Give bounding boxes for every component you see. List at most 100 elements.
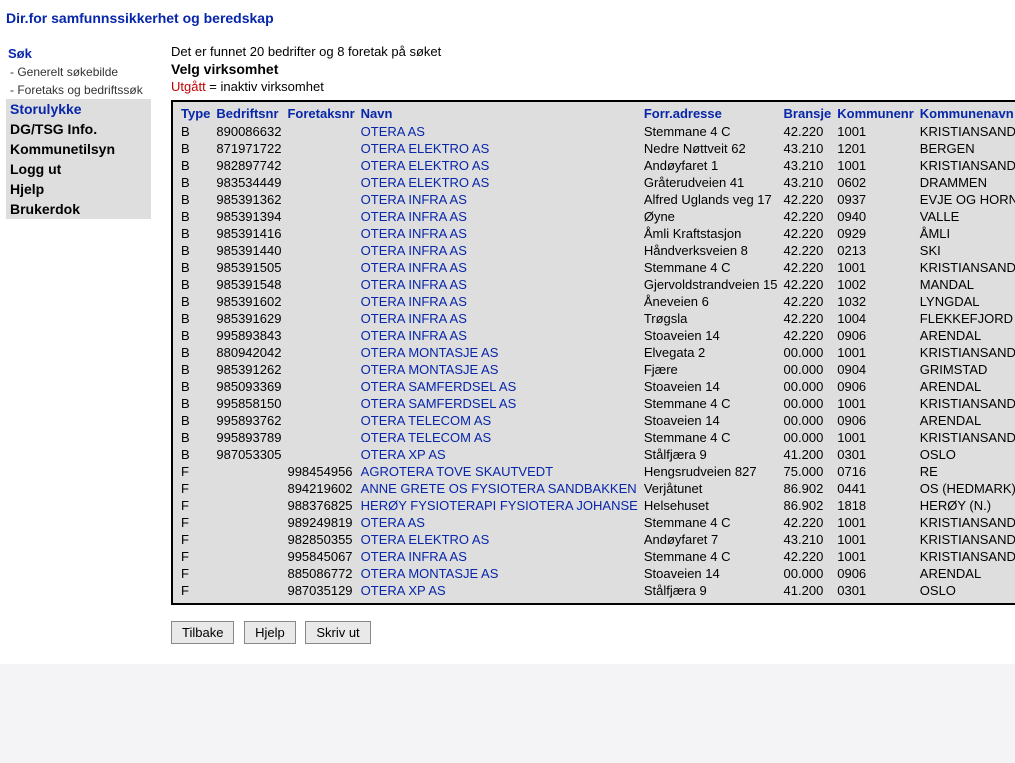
company-link[interactable]: OTERA SAMFERDSEL AS (361, 379, 517, 394)
cell-bedriftsnr: 880942042 (214, 344, 285, 361)
cell-kommunenr: 0602 (835, 174, 918, 191)
company-link[interactable]: OTERA ELEKTRO AS (361, 141, 490, 156)
cell-bransje: 00.000 (782, 395, 836, 412)
company-link[interactable]: OTERA INFRA AS (361, 311, 467, 326)
company-link[interactable]: OTERA AS (361, 515, 425, 530)
company-link[interactable]: OTERA INFRA AS (361, 260, 467, 275)
company-link[interactable]: OTERA INFRA AS (361, 192, 467, 207)
cell-foretaksnr (285, 242, 358, 259)
cell-navn: OTERA INFRA AS (359, 327, 642, 344)
company-link[interactable]: OTERA INFRA AS (361, 209, 467, 224)
col-type[interactable]: Type (179, 102, 214, 123)
cell-type: B (179, 429, 214, 446)
sidebar-item-hjelp[interactable]: Hjelp (6, 179, 151, 199)
company-link[interactable]: OTERA INFRA AS (361, 226, 467, 241)
table-row: B995893843OTERA INFRA ASStoaveien 1442.2… (179, 327, 1015, 344)
table-row: B985391440OTERA INFRA ASHåndverksveien 8… (179, 242, 1015, 259)
cell-foretaksnr (285, 276, 358, 293)
cell-kommunenr: 1818 (835, 497, 918, 514)
company-link[interactable]: OTERA INFRA AS (361, 277, 467, 292)
sidebar-item-kommunetilsyn[interactable]: Kommunetilsyn (6, 139, 151, 159)
cell-kommunenavn: LYNGDAL (918, 293, 1015, 310)
cell-foretaksnr: 987035129 (285, 582, 358, 599)
print-button[interactable]: Skriv ut (305, 621, 370, 644)
cell-bedriftsnr: 983534449 (214, 174, 285, 191)
sidebar-search-head[interactable]: Søk (6, 44, 151, 63)
cell-adresse: Stemmane 4 C (642, 395, 782, 412)
cell-kommunenavn: ARENDAL (918, 378, 1015, 395)
company-link[interactable]: OTERA ELEKTRO AS (361, 175, 490, 190)
cell-bedriftsnr: 995893762 (214, 412, 285, 429)
sidebar-item-logg-ut[interactable]: Logg ut (6, 159, 151, 179)
company-link[interactable]: OTERA INFRA AS (361, 328, 467, 343)
cell-kommunenavn: OS (HEDMARK) (918, 480, 1015, 497)
table-row: B985391394OTERA INFRA ASØyne42.2200940VA… (179, 208, 1015, 225)
cell-navn: OTERA ELEKTRO AS (359, 157, 642, 174)
cell-kommunenr: 0940 (835, 208, 918, 225)
result-count-text: Det er funnet 20 bedrifter og 8 foretak … (171, 44, 1015, 59)
col-bransje[interactable]: Bransje (782, 102, 836, 123)
table-row: F989249819OTERA ASStemmane 4 C42.2201001… (179, 514, 1015, 531)
col-forradresse[interactable]: Forr.adresse (642, 102, 782, 123)
cell-navn: OTERA INFRA AS (359, 208, 642, 225)
cell-foretaksnr (285, 259, 358, 276)
company-link[interactable]: HERØY FYSIOTERAPI FYSIOTERA JOHANSE (361, 498, 638, 513)
cell-bransje: 43.210 (782, 531, 836, 548)
cell-navn: HERØY FYSIOTERAPI FYSIOTERA JOHANSE (359, 497, 642, 514)
sidebar-sub-generelt[interactable]: - Generelt søkebilde (6, 63, 151, 81)
cell-bedriftsnr (214, 514, 285, 531)
company-link[interactable]: OTERA TELECOM AS (361, 430, 492, 445)
cell-bransje: 42.220 (782, 242, 836, 259)
sidebar-item-brukerdok[interactable]: Brukerdok (6, 199, 151, 219)
company-link[interactable]: OTERA XP AS (361, 447, 446, 462)
sidebar-sub-foretaks[interactable]: - Foretaks og bedriftssøk (6, 81, 151, 99)
company-link[interactable]: OTERA TELECOM AS (361, 413, 492, 428)
table-row: F987035129OTERA XP ASStålfjæra 941.20003… (179, 582, 1015, 599)
cell-type: B (179, 276, 214, 293)
cell-kommunenavn: KRISTIANSAND (918, 395, 1015, 412)
back-button[interactable]: Tilbake (171, 621, 234, 644)
col-bedriftsnr[interactable]: Bedriftsnr (214, 102, 285, 123)
cell-adresse: Gråterudveien 41 (642, 174, 782, 191)
company-link[interactable]: OTERA MONTASJE AS (361, 345, 499, 360)
col-kommunenr[interactable]: Kommunenr (835, 102, 918, 123)
cell-kommunenavn: KRISTIANSAND (918, 531, 1015, 548)
help-button[interactable]: Hjelp (244, 621, 296, 644)
cell-navn: OTERA XP AS (359, 582, 642, 599)
company-link[interactable]: OTERA XP AS (361, 583, 446, 598)
col-kommunenavn[interactable]: Kommunenavn (918, 102, 1015, 123)
cell-foretaksnr (285, 412, 358, 429)
sidebar-item-storulykke[interactable]: Storulykke (6, 99, 151, 119)
cell-kommunenavn: OSLO (918, 446, 1015, 463)
cell-foretaksnr (285, 140, 358, 157)
cell-kommunenavn: ARENDAL (918, 327, 1015, 344)
col-foretaksnr[interactable]: Foretaksnr (285, 102, 358, 123)
company-link[interactable]: AGROTERA TOVE SKAUTVEDT (361, 464, 553, 479)
company-link[interactable]: OTERA SAMFERDSEL AS (361, 396, 517, 411)
cell-bedriftsnr: 985391262 (214, 361, 285, 378)
cell-kommunenavn: KRISTIANSAND (918, 123, 1015, 140)
cell-foretaksnr: 988376825 (285, 497, 358, 514)
company-link[interactable]: OTERA ELEKTRO AS (361, 532, 490, 547)
cell-foretaksnr (285, 446, 358, 463)
cell-foretaksnr: 982850355 (285, 531, 358, 548)
company-link[interactable]: OTERA INFRA AS (361, 294, 467, 309)
company-link[interactable]: OTERA INFRA AS (361, 243, 467, 258)
col-navn[interactable]: Navn (359, 102, 642, 123)
cell-navn: OTERA INFRA AS (359, 225, 642, 242)
table-row: F885086772OTERA MONTASJE ASStoaveien 140… (179, 565, 1015, 582)
cell-bransje: 75.000 (782, 463, 836, 480)
table-row: B982897742OTERA ELEKTRO ASAndøyfaret 143… (179, 157, 1015, 174)
company-link[interactable]: OTERA AS (361, 124, 425, 139)
company-link[interactable]: OTERA MONTASJE AS (361, 566, 499, 581)
company-link[interactable]: OTERA ELEKTRO AS (361, 158, 490, 173)
cell-foretaksnr (285, 310, 358, 327)
sidebar-item-dg-tsg-info-[interactable]: DG/TSG Info. (6, 119, 151, 139)
company-link[interactable]: OTERA INFRA AS (361, 549, 467, 564)
cell-navn: OTERA INFRA AS (359, 293, 642, 310)
company-link[interactable]: OTERA MONTASJE AS (361, 362, 499, 377)
cell-adresse: Stålfjæra 9 (642, 582, 782, 599)
cell-kommunenr: 0301 (835, 446, 918, 463)
company-link[interactable]: ANNE GRETE OS FYSIOTERA SANDBAKKEN (361, 481, 637, 496)
cell-type: F (179, 514, 214, 531)
